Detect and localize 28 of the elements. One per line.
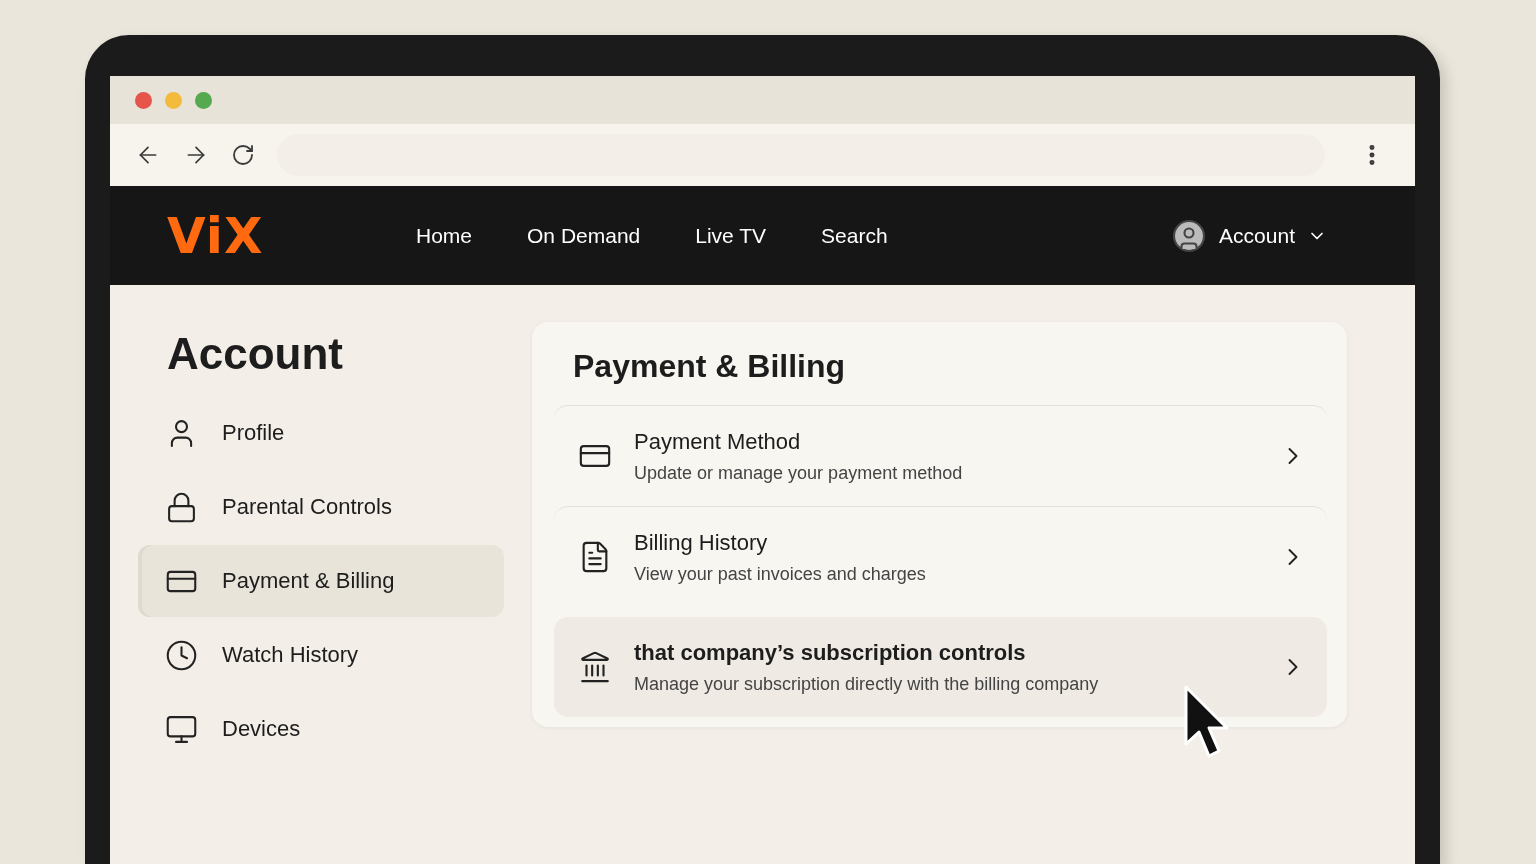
close-icon[interactable] <box>135 91 152 109</box>
panel-title: Payment & Billing <box>573 348 847 385</box>
row-subtitle: Update or manage your payment method <box>634 462 964 484</box>
settings-row[interactable]: that company’s subscription controls Manage your subscription directly with the billing company <box>554 617 1327 717</box>
row-title: Payment Method <box>634 428 802 455</box>
nav-link[interactable]: Live TV <box>695 223 767 248</box>
clock-icon <box>165 638 198 672</box>
row-subtitle: Manage your subscription directly with the billing company <box>634 673 1100 695</box>
settings-row[interactable]: Billing History View your past invoices and charges <box>554 506 1327 607</box>
nav-link[interactable]: On Demand <box>527 223 641 248</box>
nav-link[interactable]: Home <box>416 223 473 248</box>
sidebar-item[interactable]: Parental Controls <box>138 471 504 543</box>
account-menu-button[interactable]: Account <box>1171 217 1327 254</box>
sidebar-item[interactable]: Devices <box>138 693 504 765</box>
logo[interactable]: ViX <box>167 206 264 265</box>
sidebar-item[interactable]: Payment & Billing <box>138 545 504 617</box>
avatar-icon <box>1171 217 1208 254</box>
settings-row[interactable]: Payment Method Update or manage your payment method <box>554 405 1327 506</box>
row-title: Billing History <box>634 529 769 556</box>
padlock-icon <box>165 490 198 524</box>
row-title: that company’s subscription controls <box>634 639 1027 666</box>
sidebar-item[interactable]: Profile <box>138 397 504 469</box>
bank-icon <box>578 650 612 684</box>
sidebar-title: Account <box>167 329 344 379</box>
row-subtitle: View your past invoices and charges <box>634 563 927 585</box>
sidebar-item[interactable]: Watch History <box>138 619 504 691</box>
reload-icon[interactable] <box>231 143 255 167</box>
nav-link[interactable]: Search <box>821 223 888 248</box>
